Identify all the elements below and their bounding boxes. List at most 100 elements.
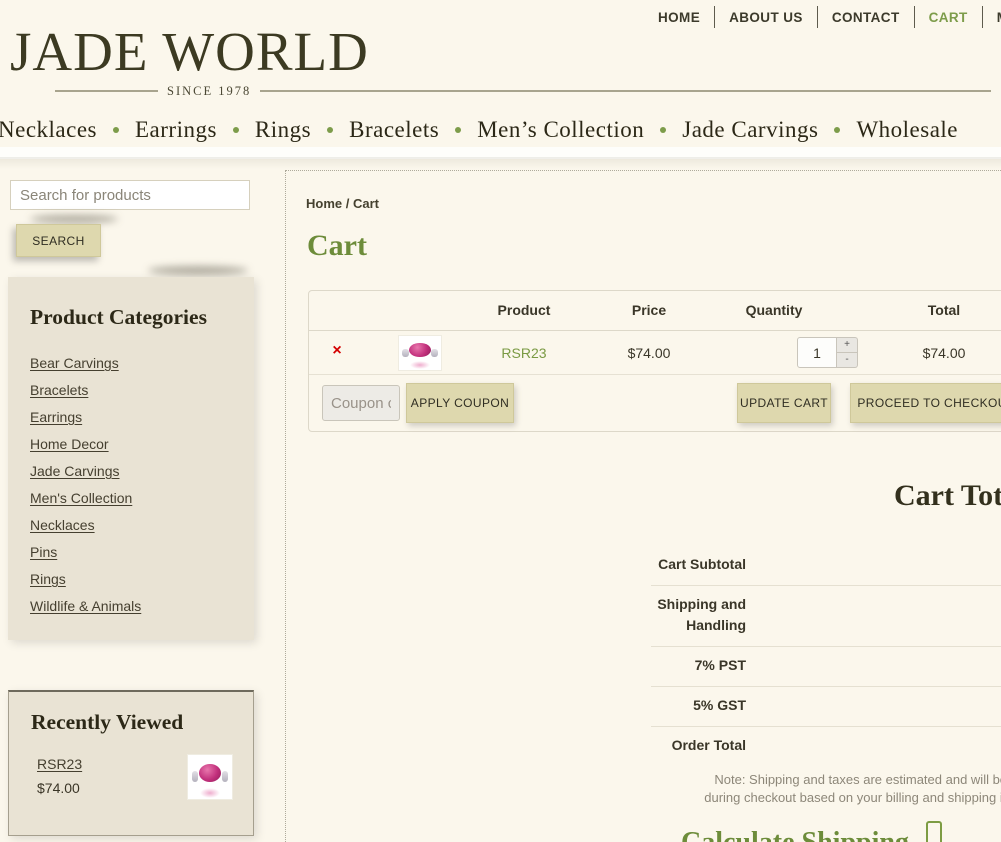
table-row: Shipping and Handling Local Pickup in Va… (651, 586, 1001, 647)
main-nav-jade-carvings[interactable]: Jade Carvings (682, 117, 818, 143)
table-row: 5% GST $3.70 (651, 687, 1001, 727)
list-item: Men's Collection (30, 485, 254, 512)
apply-coupon-button[interactable]: APPLY COUPON (406, 383, 514, 423)
shadow-smudge (148, 266, 248, 275)
subtotal-label: Cart Subtotal (651, 554, 746, 575)
ring-band (192, 771, 199, 782)
ring-band (431, 349, 437, 358)
order-total-value: $82.88 (746, 735, 1001, 756)
cart-table-header: Product Price Quantity Total (309, 291, 1001, 331)
table-row: Cart Subtotal $74.00 (651, 546, 1001, 586)
category-bracelets[interactable]: Bracelets (30, 382, 88, 398)
recently-viewed-price: $74.00 (37, 780, 82, 796)
page-title: Cart (307, 229, 367, 263)
shipping-label: Shipping and Handling (651, 594, 746, 636)
tagline-rule (260, 90, 991, 92)
main-nav-necklaces[interactable]: Necklaces (0, 117, 97, 143)
table-row: Order Total $82.88 (651, 727, 1001, 766)
category-earrings[interactable]: Earrings (30, 409, 82, 425)
ring-gem (409, 343, 431, 357)
breadcrumb-home-link[interactable]: Home (306, 196, 342, 211)
bullet-separator-icon (327, 127, 333, 133)
cart-table: Product Price Quantity Total × RSR23 $74… (308, 290, 1001, 432)
column-header-product: Product (469, 302, 579, 318)
nav-cart[interactable]: CART (915, 10, 982, 25)
update-cart-button[interactable]: UPDATE CART (737, 383, 831, 423)
header-shadow (0, 157, 1001, 169)
list-item: Rings (30, 566, 254, 593)
quantity-input[interactable] (797, 337, 837, 368)
row-divider (309, 374, 1001, 375)
recently-viewed-panel: Recently Viewed RSR23 $74.00 (8, 690, 254, 836)
shadow-smudge (30, 215, 118, 223)
ring-reflection (410, 361, 429, 369)
search-input[interactable] (10, 180, 250, 210)
product-image[interactable] (398, 335, 442, 371)
coupon-code-input[interactable] (322, 385, 400, 421)
list-item: Home Decor (30, 431, 254, 458)
bullet-separator-icon (233, 127, 239, 133)
category-rings[interactable]: Rings (30, 571, 66, 587)
gst-label: 5% GST (651, 695, 746, 716)
recently-viewed-item: RSR23 $74.00 (37, 756, 82, 796)
category-home-decor[interactable]: Home Decor (30, 436, 109, 452)
nav-contact[interactable]: CONTACT (818, 10, 914, 25)
cart-totals-table: Cart Subtotal $74.00 Shipping and Handli… (651, 546, 1001, 766)
cart-product-link[interactable]: RSR23 (469, 345, 579, 361)
shipping-note-line2: during checkout based on your billing an… (651, 789, 1001, 807)
nav-about-us[interactable]: ABOUT US (715, 10, 817, 25)
main-nav-bracelets[interactable]: Bracelets (349, 117, 439, 143)
category-necklaces[interactable]: Necklaces (30, 517, 95, 533)
main-nav-wholesale[interactable]: Wholesale (856, 117, 958, 143)
category-mens-collection[interactable]: Men's Collection (30, 490, 132, 506)
main-nav-mens-collection[interactable]: Men’s Collection (477, 117, 644, 143)
recently-viewed-product-link[interactable]: RSR23 (37, 756, 82, 772)
nav-home[interactable]: HOME (644, 10, 714, 25)
utility-nav: HOME ABOUT US CONTACT CART MY ACCOUNT (644, 0, 1001, 34)
category-wildlife-animals[interactable]: Wildlife & Animals (30, 598, 141, 614)
quantity-buttons: + - (837, 337, 858, 368)
column-header-quantity: Quantity (719, 302, 829, 318)
bullet-separator-icon (113, 127, 119, 133)
bullet-separator-icon (834, 127, 840, 133)
quantity-minus-icon[interactable]: - (837, 352, 858, 368)
nav-my-account[interactable]: MY ACCOUNT (983, 10, 1001, 25)
shipping-value: Local Pickup in Vancouver (Free) (746, 594, 1001, 636)
ring-band (402, 349, 408, 358)
pst-label: 7% PST (651, 655, 746, 676)
breadcrumb-separator: / (346, 196, 353, 211)
proceed-to-checkout-button[interactable]: PROCEED TO CHECKOUT (850, 383, 1001, 423)
recently-viewed-title: Recently Viewed (31, 710, 253, 735)
category-bear-carvings[interactable]: Bear Carvings (30, 355, 119, 371)
remove-item-icon[interactable]: × (327, 342, 347, 360)
site-logo[interactable]: JADE WORLD (10, 20, 369, 83)
quantity-plus-icon[interactable]: + (837, 337, 858, 352)
product-categories-panel: Product Categories Bear Carvings Bracele… (8, 277, 254, 640)
quantity-stepper: + - (797, 337, 858, 368)
categories-title: Product Categories (30, 305, 254, 330)
category-pins[interactable]: Pins (30, 544, 57, 560)
ring-gem (199, 764, 222, 782)
list-item: Bracelets (30, 377, 254, 404)
search-button[interactable]: SEARCH (16, 224, 101, 257)
main-nav: Necklaces Earrings Rings Bracelets Men’s… (0, 110, 1001, 150)
package-icon (926, 821, 942, 842)
logo-tagline-row: SINCE 1978 (55, 84, 991, 98)
list-item: Jade Carvings (30, 458, 254, 485)
product-image[interactable] (187, 754, 233, 800)
list-item: Wildlife & Animals (30, 593, 254, 620)
bullet-separator-icon (660, 127, 666, 133)
category-jade-carvings[interactable]: Jade Carvings (30, 463, 120, 479)
breadcrumb-current: Cart (353, 196, 379, 211)
list-item: Pins (30, 539, 254, 566)
list-item: Earrings (30, 404, 254, 431)
ring-band (222, 771, 229, 782)
breadcrumb: Home / Cart (306, 196, 379, 211)
tagline-rule (55, 90, 158, 92)
main-nav-rings[interactable]: Rings (255, 117, 311, 143)
main-nav-earrings[interactable]: Earrings (135, 117, 217, 143)
order-total-label: Order Total (651, 735, 746, 756)
list-item: Necklaces (30, 512, 254, 539)
bullet-separator-icon (455, 127, 461, 133)
main-content: Home / Cart Cart Product Price Quantity … (285, 170, 1001, 842)
